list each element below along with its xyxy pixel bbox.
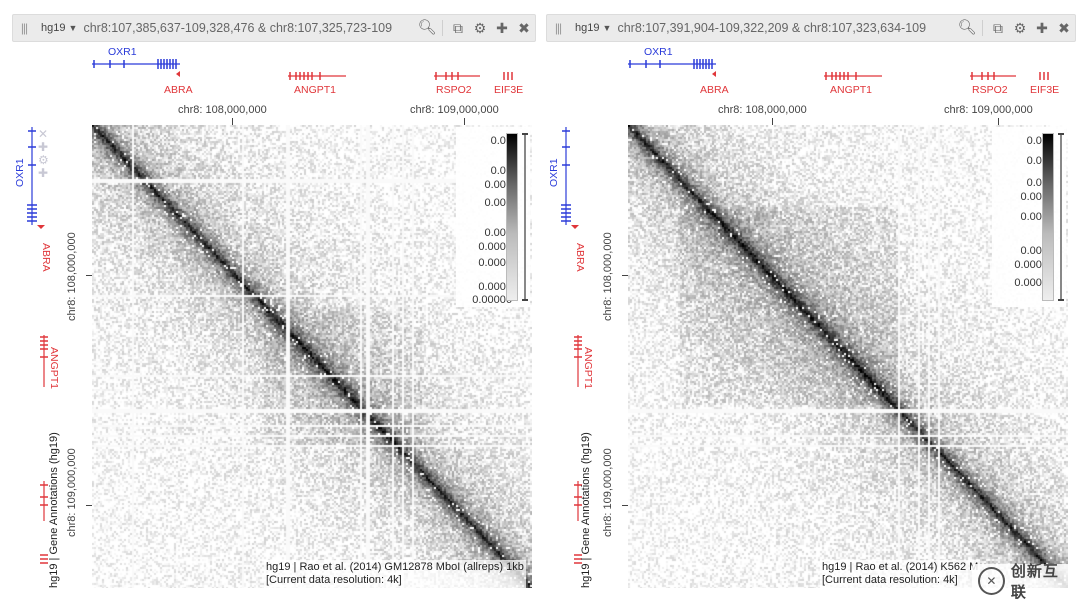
top-axis: chr8: 108,000,000 chr8: 109,000,000 [628, 98, 1068, 126]
axis-label: chr8: 108,000,000 [602, 232, 614, 321]
colorbar-bottom-handle[interactable] [522, 299, 528, 301]
heatmap-info: hg19 | Rao et al. (2014) K562 M [Current… [820, 560, 981, 588]
colorbar-gradient [1042, 133, 1054, 301]
view-header: ||| hg19 ▼ chr8:107,385,637-109,328,476 … [12, 14, 536, 42]
genome-label: hg19 [575, 22, 600, 34]
gene-label-abra: ABRA [40, 243, 52, 272]
gene-label-eif3e: EIF3E [1030, 84, 1060, 96]
colorbar-top-handle[interactable] [522, 133, 528, 135]
hic-heatmap[interactable]: 0.03 0.01 0.006 0.003 0.001 0.0006 0.000… [92, 125, 532, 588]
gene-label-angpt1: ANGPT1 [582, 347, 594, 390]
dataset-name: hg19 | Rao et al. (2014) GM12878 MboI (a… [266, 561, 524, 573]
plus-icon[interactable]: ✚ [491, 15, 513, 41]
plus-icon[interactable]: ✚ [1031, 15, 1053, 41]
watermark: ✕ 创新互联 [972, 563, 1072, 601]
search-icon[interactable]: 🔍︎ [416, 15, 438, 41]
search-icon[interactable]: 🔍︎ [956, 15, 978, 41]
axis-label: chr8: 109,000,000 [944, 104, 1033, 116]
drag-handle-icon[interactable]: ||| [13, 21, 35, 35]
colorbar-rail [524, 133, 526, 301]
close-icon[interactable]: ✖ [1053, 15, 1075, 41]
gene-label-oxr1: OXR1 [108, 46, 137, 58]
location-search-input[interactable]: chr8:107,385,637-109,328,476 & chr8:107,… [83, 21, 416, 35]
gene-label-abra: ABRA [574, 243, 586, 272]
track-name: hg19 | Gene Annotations (hg19) [48, 432, 60, 588]
gene-label-angpt1: ANGPT1 [48, 347, 60, 390]
location-search-input[interactable]: chr8:107,391,904-109,322,209 & chr8:107,… [617, 21, 956, 35]
gene-label-oxr1: OXR1 [14, 158, 26, 187]
left-axis: chr8: 108,000,000 chr8: 109,000,000 [596, 125, 628, 590]
colorbar-top-handle[interactable] [1058, 133, 1064, 135]
gear-icon[interactable]: ⚙ [469, 15, 491, 41]
genome-label: hg19 [41, 22, 66, 34]
axis-label: chr8: 108,000,000 [718, 104, 807, 116]
axis-label: chr8: 109,000,000 [410, 104, 499, 116]
gene-label-rspo2: RSPO2 [436, 84, 472, 96]
copy-icon[interactable]: ⧉ [987, 15, 1009, 41]
watermark-text: 创新互联 [1010, 563, 1059, 601]
gene-label-abra: ABRA [700, 84, 729, 96]
gene-label-angpt1: ANGPT1 [830, 84, 873, 96]
gene-label-oxr1: OXR1 [548, 158, 560, 187]
data-resolution: [Current data resolution: 4k] [266, 574, 402, 586]
axis-label: chr8: 108,000,000 [66, 232, 78, 321]
left-axis: chr8: 108,000,000 chr8: 109,000,000 [60, 125, 92, 590]
colorbar-gradient [506, 133, 518, 301]
top-gene-annotation-track: OXR1 ABRA ANGPT1 RSPO2 EIF3E [80, 42, 536, 96]
data-resolution: [Current data resolution: 4k] [822, 574, 958, 586]
colorbar-rail [1060, 133, 1062, 301]
axis-label: chr8: 109,000,000 [602, 448, 614, 537]
track-name: hg19 | Gene Annotations (hg19) [580, 432, 592, 588]
cx-logo-icon: ✕ [978, 567, 1005, 595]
view-right: ||| hg19 ▼ chr8:107,391,904-109,322,209 … [540, 0, 1076, 602]
top-gene-annotation-track: OXR1 ABRA ANGPT1 RSPO2 EIF3E [616, 42, 1072, 96]
copy-icon[interactable]: ⧉ [447, 15, 469, 41]
axis-label: chr8: 109,000,000 [66, 448, 78, 537]
header-divider [982, 20, 983, 36]
gene-label-eif3e: EIF3E [494, 84, 524, 96]
top-axis: chr8: 108,000,000 chr8: 109,000,000 [92, 98, 532, 126]
dataset-name: hg19 | Rao et al. (2014) K562 M [822, 561, 979, 573]
gene-label-rspo2: RSPO2 [972, 84, 1008, 96]
view-left: ||| hg19 ▼ chr8:107,385,637-109,328,476 … [0, 0, 536, 602]
header-divider [442, 20, 443, 36]
caret-down-icon: ▼ [68, 23, 78, 33]
close-icon[interactable]: ✖ [513, 15, 535, 41]
heatmap-info: hg19 | Rao et al. (2014) GM12878 MboI (a… [264, 560, 526, 588]
gear-icon[interactable]: ⚙ [1009, 15, 1031, 41]
hic-heatmap[interactable]: 0.04 0.02 0.01 0.006 0.003 0.001 0.0006 … [628, 125, 1068, 588]
axis-label: chr8: 108,000,000 [178, 104, 267, 116]
colorbar[interactable]: 0.03 0.01 0.006 0.003 0.001 0.0006 0.000… [456, 127, 530, 307]
gene-label-oxr1: OXR1 [644, 46, 673, 58]
genome-selector[interactable]: hg19 ▼ [35, 22, 83, 34]
colorbar-bottom-handle[interactable] [1058, 299, 1064, 301]
genome-selector[interactable]: hg19 ▼ [569, 22, 617, 34]
caret-down-icon: ▼ [602, 23, 612, 33]
colorbar[interactable]: 0.04 0.02 0.01 0.006 0.003 0.001 0.0006 … [992, 127, 1066, 307]
gene-label-angpt1: ANGPT1 [294, 84, 337, 96]
drag-handle-icon[interactable]: ||| [547, 21, 569, 35]
track-config-icons[interactable]: ✕ ✚ ⚙ ✚ [38, 128, 49, 180]
gene-label-abra: ABRA [164, 84, 193, 96]
view-header: ||| hg19 ▼ chr8:107,391,904-109,322,209 … [546, 14, 1076, 42]
